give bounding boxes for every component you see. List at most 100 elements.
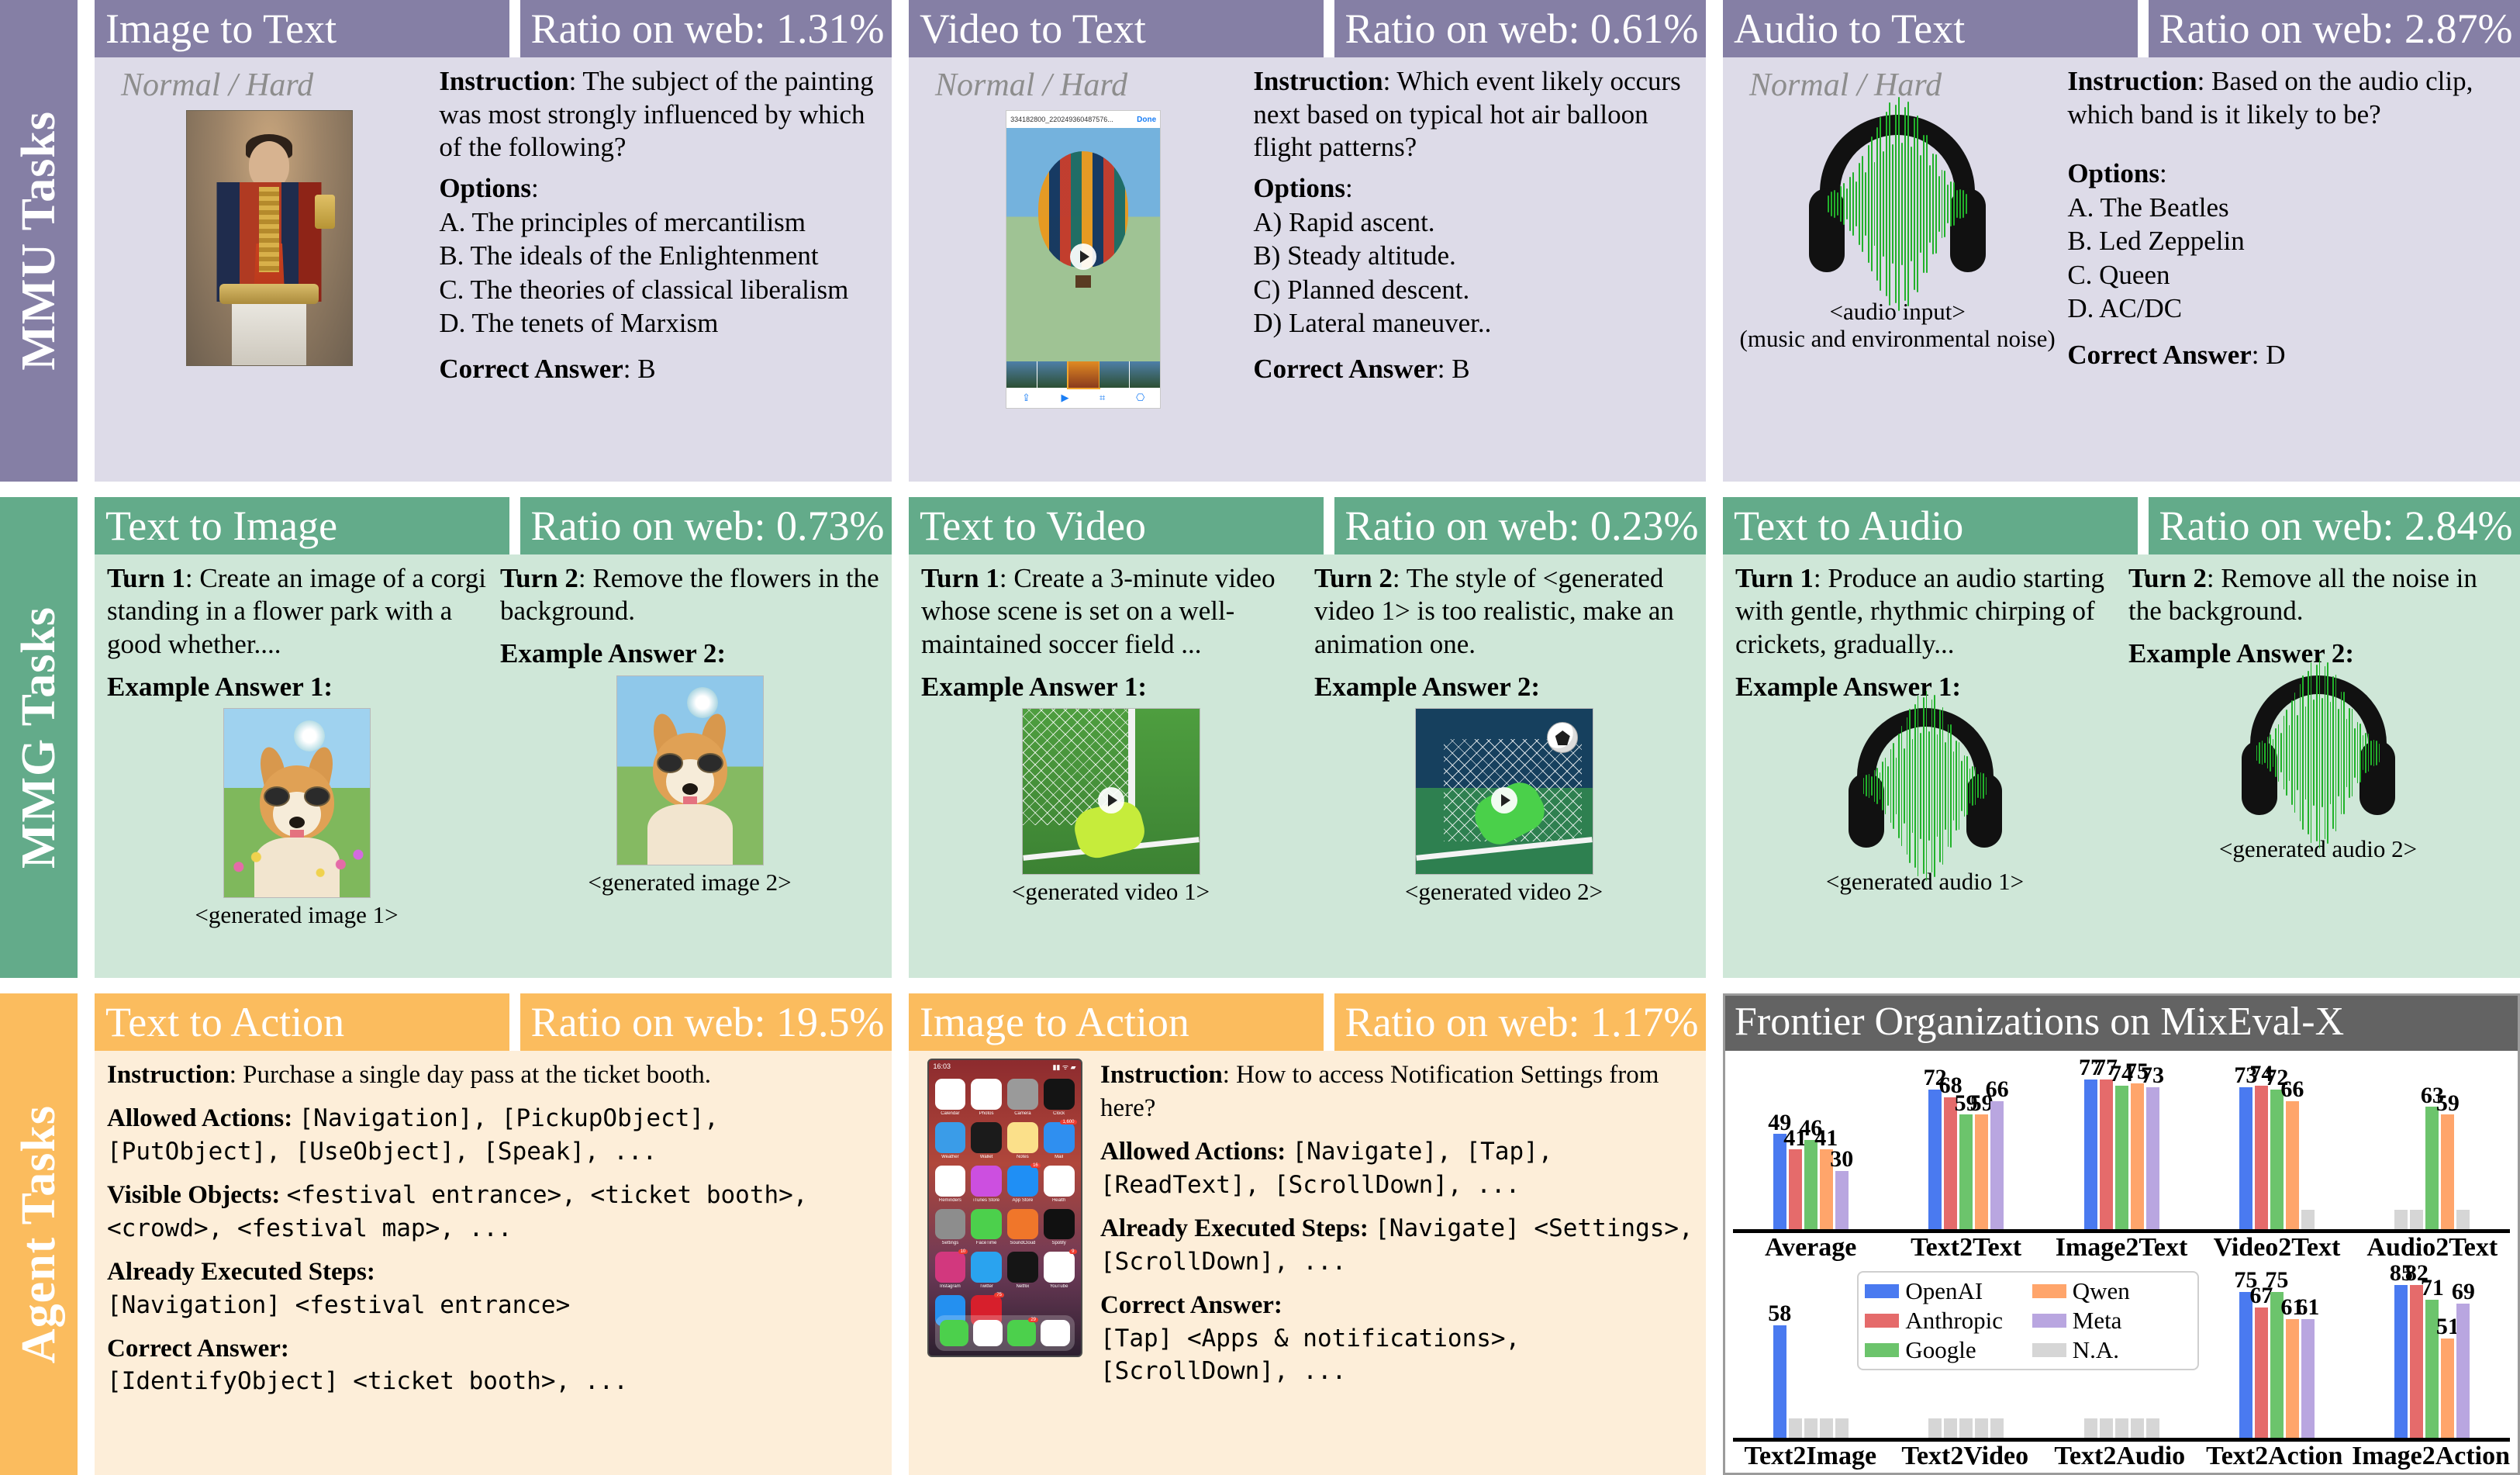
app-icon-netflix[interactable]: Netflix	[1007, 1252, 1038, 1289]
generated-audio-1-caption: <generated audio 1>	[1825, 868, 2025, 896]
option-item: A. The principles of mercantilism	[439, 206, 806, 237]
app-icon-camera[interactable]: Camera	[1007, 1079, 1038, 1116]
bar	[2145, 1087, 2159, 1230]
bar	[1788, 1149, 1802, 1230]
app-icon-photos[interactable]: Photos	[971, 1079, 1002, 1116]
panel-ratio: Ratio on web: 1.31%	[520, 0, 892, 57]
bar	[2239, 1291, 2252, 1439]
bar-column: 59	[2436, 1054, 2460, 1230]
panel-head: Text to Audio Ratio on web: 2.84%	[1723, 496, 2520, 554]
correct-answer-row: Correct Answer: B	[439, 354, 656, 385]
play-small-icon[interactable]: ▶	[1061, 392, 1068, 404]
app-icon-wallet[interactable]: Wallet	[971, 1122, 1002, 1159]
app-icon-facetime[interactable]: FaceTime	[971, 1208, 1002, 1245]
video-toolbar[interactable]: ⇪ ▶ ⌗ ⎔	[1006, 388, 1160, 408]
legend-item: OpenAI	[1865, 1277, 2024, 1305]
x-axis-label: Audio2Text	[2366, 1233, 2498, 1263]
correct-answer-value: D	[2266, 339, 2286, 370]
correct-answer-label: Correct Answer	[2067, 339, 2252, 370]
dock-icon-phone[interactable]	[939, 1320, 968, 1347]
trim-icon[interactable]: ⎔	[1136, 392, 1144, 404]
app-icon-instagram[interactable]: Instagram 10	[934, 1249, 968, 1289]
bar-column	[2301, 1054, 2315, 1230]
dock-icon-music[interactable]	[1041, 1320, 1070, 1347]
phone-dock: 29	[934, 1315, 1075, 1352]
example-answer-2-label: Example Answer 2:	[500, 638, 727, 669]
app-icon-twitter[interactable]: Twitter	[971, 1252, 1002, 1289]
panel-ratio: Ratio on web: 0.23%	[1334, 496, 1706, 554]
bar-column: 77	[2079, 1054, 2102, 1230]
panel-ratio: Ratio on web: 19.5%	[520, 993, 892, 1052]
bar	[2410, 1210, 2424, 1230]
executed-steps-label: Already Executed Steps:	[1100, 1214, 1369, 1242]
instruction-text: Purchase a single day pass at the ticket…	[243, 1061, 712, 1090]
option-item: B. Led Zeppelin	[2067, 226, 2245, 257]
chart-container: Frontier Organizations on MixEval-X 49 41…	[1723, 993, 2520, 1475]
app-icon-notes[interactable]: Notes	[1007, 1122, 1038, 1159]
turn1-label: Turn 1	[107, 562, 185, 593]
bar	[1928, 1089, 1942, 1230]
panel-ratio: Ratio on web: 0.61%	[1334, 0, 1706, 57]
panel-body: Turn 1: Create a 3-minute video whose sc…	[909, 554, 1706, 979]
dock-icon-messages[interactable]: 29	[1006, 1318, 1038, 1347]
panel-title: Audio to Text	[1723, 0, 2138, 57]
app-icon-settings[interactable]: Settings	[934, 1208, 966, 1245]
generated-image-2-caption: <generated image 2>	[588, 868, 792, 896]
play-icon[interactable]	[1070, 243, 1097, 270]
option-item: A) Rapid ascent.	[1253, 206, 1435, 237]
panel-image-to-action: Image to Action Ratio on web: 1.17% 16:0…	[909, 993, 1706, 1475]
app-icon-calendar[interactable]: Calendar	[934, 1079, 966, 1116]
app-icon-youtube[interactable]: YouTube 9	[1043, 1249, 1077, 1289]
app-icon-itunes-store[interactable]: iTunes Store	[971, 1165, 1002, 1203]
app-icon-weather[interactable]: Weather	[934, 1122, 966, 1159]
allowed-actions-label: Allowed Actions:	[1100, 1138, 1286, 1166]
option-item: C) Planned descent.	[1253, 274, 1470, 305]
panel-ratio: Ratio on web: 0.73%	[520, 496, 892, 554]
turn2-label: Turn 2	[1314, 562, 1393, 593]
bar-group: 63 59	[2355, 1054, 2510, 1230]
painting-media	[185, 110, 353, 366]
dock-icon-safari[interactable]	[973, 1320, 1003, 1347]
generated-video-1[interactable]	[1021, 708, 1200, 876]
panel-ratio: Ratio on web: 2.84%	[2148, 496, 2520, 554]
app-icon-reminders[interactable]: Reminders	[934, 1165, 966, 1203]
x-axis-label: Text2Image	[1744, 1442, 1877, 1471]
bar-column: 30	[1830, 1054, 1853, 1230]
bar-column	[2456, 1054, 2470, 1230]
generated-video-2[interactable]	[1414, 708, 1593, 876]
correct-answer-label: Correct Answer:	[107, 1334, 289, 1363]
bar-value-label: 59	[2435, 1090, 2460, 1116]
option-item: C. Queen	[2067, 259, 2170, 290]
play-icon[interactable]	[1490, 786, 1517, 813]
legend-label: Google	[1905, 1335, 1976, 1363]
app-icon-mail[interactable]: Mail 1,600	[1043, 1120, 1077, 1159]
video-filmstrip[interactable]	[1006, 360, 1161, 389]
option-item: B) Steady altitude.	[1253, 240, 1456, 271]
app-icon-soundcloud[interactable]: SoundCloud	[1007, 1208, 1038, 1245]
crop-icon[interactable]: ⌗	[1099, 392, 1105, 404]
share-icon[interactable]: ⇪	[1022, 392, 1030, 404]
bar	[2270, 1089, 2284, 1230]
app-icon-health[interactable]: Health	[1043, 1165, 1075, 1203]
correct-answer-label: Correct Answer:	[1100, 1290, 1282, 1319]
app-icon-clock[interactable]: Clock	[1043, 1079, 1075, 1116]
video-done-button[interactable]: Done	[1137, 116, 1156, 124]
bar-value-label: 41	[1814, 1124, 1838, 1151]
example-answer-2-label: Example Answer 2:	[2128, 638, 2355, 669]
correct-answer-row: Correct Answer: D	[2067, 339, 2286, 370]
panel-audio-to-text: Audio to Text Ratio on web: 2.87% Normal…	[1723, 0, 2520, 482]
panel-body: Normal / Hard 334182800_220249360487576.…	[909, 57, 1706, 482]
app-icon-app-store[interactable]: App Store 16	[1007, 1162, 1041, 1203]
app-icon-spotify[interactable]: Spotify	[1043, 1208, 1075, 1245]
legend-item: N.A.	[2032, 1336, 2191, 1364]
play-icon[interactable]	[1097, 786, 1124, 813]
panel-title: Image to Text	[95, 0, 509, 57]
bar-group: 49 41 46 41 30	[1733, 1054, 1888, 1230]
options-label: Options	[1253, 173, 1345, 204]
phone-clock: 16:03	[933, 1062, 951, 1071]
waveform-icon	[1862, 690, 1987, 882]
bar	[1990, 1100, 2004, 1230]
bar	[1944, 1097, 1958, 1230]
bar	[1944, 1418, 1958, 1439]
video-player-media[interactable]: 334182800_220249360487576... Done ⇪ ▶ ⌗ …	[1006, 110, 1162, 409]
